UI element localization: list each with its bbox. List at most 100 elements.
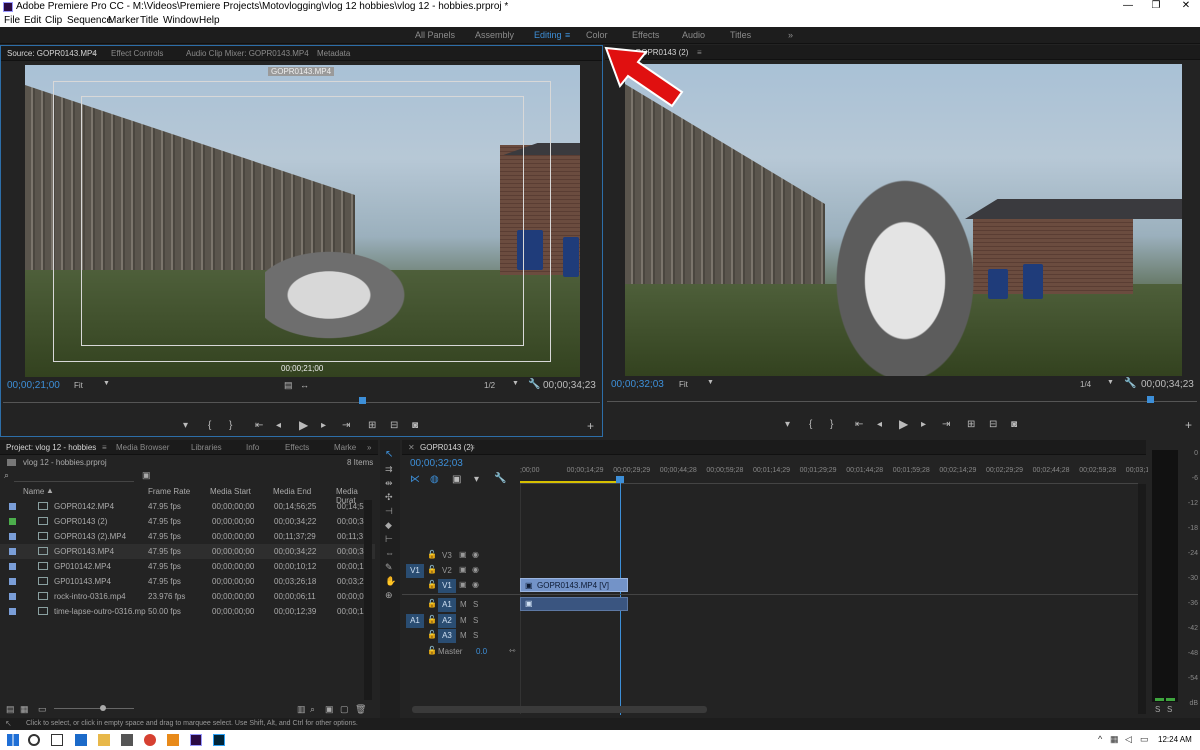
edge-icon[interactable] [75,734,87,746]
slide-icon[interactable]: ⇔ [385,548,394,558]
source-resolution[interactable]: 1/2 [484,381,495,390]
go-to-in-icon[interactable]: ⇤ [855,419,863,430]
task-view-icon[interactable] [51,734,63,746]
minimize-button[interactable]: — [1114,0,1142,11]
zoom-slider[interactable] [54,708,134,709]
go-to-out-icon[interactable]: ⇥ [342,420,350,431]
rolling-edit-icon[interactable]: ✣ [385,492,393,503]
lock-icon[interactable]: 🔓 [427,565,437,574]
add-marker-icon[interactable]: ▣ [452,474,461,485]
workspace-effects[interactable]: Effects [632,30,659,40]
solo-right-button[interactable]: S [1167,705,1172,714]
source-patch-a1[interactable]: A1 [406,614,424,628]
tab-menu-icon[interactable]: ≡ [92,49,97,58]
workspace-titles[interactable]: Titles [730,30,751,40]
workspace-all-panels[interactable]: All Panels [415,30,455,40]
list-view-icon[interactable]: ▤ [6,704,15,715]
sync-lock-icon[interactable]: ▣ [459,550,467,559]
add-marker-icon[interactable]: ▾ [785,419,790,430]
column-frame-rate[interactable]: Frame Rate [148,487,190,496]
automate-icon[interactable]: ▥ [297,704,306,715]
hand-icon[interactable]: ✋ [385,576,396,587]
chevron-down-icon[interactable]: ▼ [512,380,519,387]
lock-icon[interactable]: 🔓 [427,615,437,624]
label-color-swatch[interactable] [9,593,16,600]
new-bin-icon[interactable]: ▣ [325,704,334,715]
step-forward-icon[interactable]: ▸ [921,419,926,430]
step-forward-icon[interactable]: ▸ [321,420,326,431]
menu-window[interactable]: Window [163,15,199,26]
workspace-menu-icon[interactable]: ≡ [565,30,570,40]
chrome-icon[interactable] [144,734,156,746]
go-to-out-icon[interactable]: ⇥ [942,419,950,430]
label-color-swatch[interactable] [9,518,16,525]
menu-marker[interactable]: Marker [108,15,139,26]
tab-media-browser[interactable]: Media Browser [116,443,169,452]
timeline-timecode[interactable]: 00;00;32;03 [410,458,463,469]
mute-button[interactable]: M [460,616,467,625]
sync-lock-icon[interactable]: ▣ [459,580,467,589]
track-target-v1[interactable]: V1 [438,579,456,593]
new-bin-icon[interactable]: ▣ [142,470,151,481]
start-icon[interactable] [7,734,19,746]
vlc-icon[interactable] [167,734,179,746]
eye-icon[interactable]: ◉ [472,565,479,574]
close-icon[interactable]: ✕ [408,443,415,452]
export-frame-icon[interactable]: ◙ [412,420,418,431]
wrench-icon[interactable]: 🔧 [528,379,540,390]
linked-selection-icon[interactable]: ◍ [430,474,439,485]
tab-menu-icon[interactable]: ≡ [102,443,107,452]
zoom-slider-handle[interactable] [100,705,106,711]
store-icon[interactable] [121,734,133,746]
keyboard-icon[interactable]: ▭ [1140,734,1149,745]
track-target-a1[interactable]: A1 [438,598,456,612]
maximize-button[interactable]: ❐ [1142,0,1170,11]
project-list-item[interactable]: GOPR0142.MP4 47.95 fps 00;00;00;00 00;14;56… [0,499,375,514]
tab-markers[interactable]: Marke [334,443,356,452]
icon-view-icon[interactable]: ▦ [20,704,29,715]
track-target-a2[interactable]: A2 [438,614,456,628]
mark-in-icon[interactable]: { [809,419,812,430]
timeline-hscroll[interactable] [412,706,707,713]
rate-stretch-icon[interactable]: ⊣ [385,506,393,517]
mark-out-icon[interactable]: } [229,420,232,431]
source-timecode[interactable]: 00;00;21;00 [7,380,60,391]
program-playhead[interactable] [1147,396,1154,403]
marker-icon[interactable]: ▾ [474,474,479,485]
label-color-swatch[interactable] [9,503,16,510]
track-select-icon[interactable]: ⇉ [385,464,393,475]
wrench-icon[interactable]: 🔧 [494,473,506,484]
tab-project[interactable]: Project: vlog 12 - hobbies [6,443,96,452]
column-media-end[interactable]: Media End [273,487,311,496]
workspace-overflow-button[interactable]: » [788,30,793,40]
drag-video-icon[interactable]: ↔ [300,380,309,390]
source-fit-select[interactable]: Fit [74,381,83,390]
extract-icon[interactable]: ⊟ [989,419,997,430]
add-button-icon[interactable]: + [1185,418,1192,432]
pen-icon[interactable]: ✎ [385,562,393,573]
workspace-audio[interactable]: Audio [682,30,705,40]
label-color-swatch[interactable] [9,548,16,555]
tab-metadata[interactable]: Metadata [317,49,350,58]
chevron-down-icon[interactable]: ▼ [707,379,714,386]
selection-tool-icon[interactable]: ↖ [385,449,393,460]
insert-icon[interactable]: ⊞ [368,420,376,431]
tab-effects[interactable]: Effects [285,443,309,452]
menu-edit[interactable]: Edit [24,15,41,26]
source-patch-v1[interactable]: V1 [406,564,424,578]
menu-sequence[interactable]: Sequence [67,15,112,26]
find-icon[interactable]: ⌕ [310,704,315,715]
file-explorer-icon[interactable] [98,734,110,746]
clock[interactable]: 12:24 AM [1158,735,1192,744]
program-fit-select[interactable]: Fit [679,380,688,389]
lock-icon[interactable]: 🔓 [427,580,437,589]
eye-icon[interactable]: ◉ [472,550,479,559]
wrench-icon[interactable]: 🔧 [1124,378,1136,389]
solo-button[interactable]: S [473,616,478,625]
search-input[interactable] [14,470,134,482]
tab-effect-controls[interactable]: Effect Controls [111,49,163,58]
lift-icon[interactable]: ⊞ [967,419,975,430]
project-list-item[interactable]: GOPR0143 (2).MP4 47.95 fps 00;00;00;00 00;1… [0,529,375,544]
ripple-edit-icon[interactable]: ⇹ [385,478,393,489]
project-list-item[interactable]: rock-intro-0316.mp4 23.976 fps 00;00;00;00… [0,589,375,604]
